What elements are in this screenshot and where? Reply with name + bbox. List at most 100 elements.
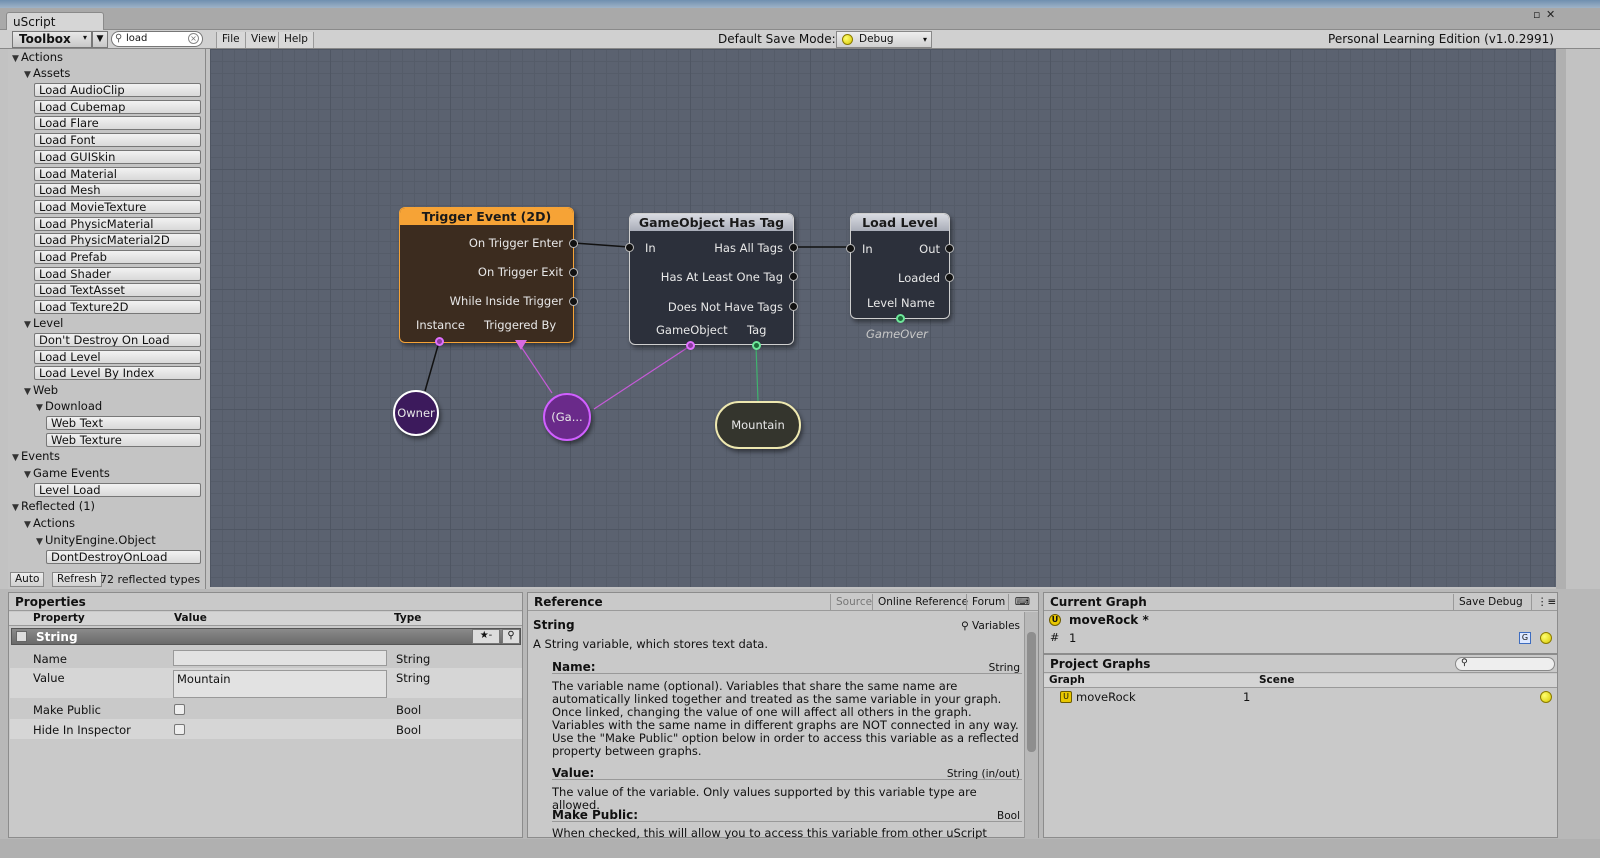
refresh-button[interactable]: Refresh bbox=[52, 572, 102, 587]
gameobject-variable[interactable]: (Ga... bbox=[543, 393, 591, 441]
output-port[interactable] bbox=[569, 297, 578, 306]
value-field[interactable]: Mountain bbox=[173, 670, 387, 698]
menu-help[interactable]: Help bbox=[278, 32, 314, 48]
reference-scrollbar[interactable] bbox=[1024, 612, 1038, 838]
toolbox-item[interactable]: Load Cubemap bbox=[34, 99, 201, 114]
save-debug-button[interactable]: Save Debug bbox=[1453, 594, 1528, 610]
input-port[interactable] bbox=[846, 244, 855, 253]
chevron-down-icon: ▾ bbox=[82, 33, 87, 42]
tree-level[interactable]: ▼ Level bbox=[24, 316, 63, 330]
tree-game-events[interactable]: ▼ Game Events bbox=[24, 466, 110, 480]
instance-port[interactable] bbox=[435, 337, 444, 346]
output-port[interactable] bbox=[569, 268, 578, 277]
toolbox-item[interactable]: Don't Destroy On Load bbox=[34, 333, 201, 347]
project-header-row: Graph Scene bbox=[1044, 674, 1557, 688]
document-icon[interactable]: G bbox=[1519, 632, 1531, 644]
auto-button[interactable]: Auto bbox=[10, 572, 45, 587]
output-port[interactable] bbox=[945, 273, 954, 282]
toolbox-item[interactable]: Load Level By Index bbox=[34, 366, 201, 381]
toolbox-item[interactable]: Load MovieTexture bbox=[34, 199, 201, 214]
debug-status-icon bbox=[842, 34, 853, 45]
toolbox-item[interactable]: Load Shader bbox=[34, 266, 201, 281]
source-button[interactable]: Source bbox=[830, 594, 877, 610]
toolbox-item[interactable]: Load Mesh bbox=[34, 183, 201, 198]
name-field[interactable] bbox=[173, 650, 387, 666]
tag-port[interactable] bbox=[752, 341, 761, 350]
keyboard-icon[interactable]: ⌨ bbox=[1008, 594, 1036, 610]
output-port[interactable] bbox=[789, 272, 798, 281]
wire-owner-instance bbox=[424, 341, 440, 392]
uscript-tab[interactable]: uScript bbox=[6, 12, 104, 31]
toolbox-item[interactable]: Load Level bbox=[34, 349, 201, 364]
prop-name-label: Name bbox=[33, 652, 67, 666]
owner-variable[interactable]: Owner bbox=[393, 390, 439, 436]
tree-reflected-actions[interactable]: ▼ Actions bbox=[24, 516, 75, 530]
toolbox-item[interactable]: Load PhysicMaterial2D bbox=[34, 233, 201, 248]
tree-actions[interactable]: ▼ Actions bbox=[12, 50, 63, 64]
menu-file[interactable]: File bbox=[216, 32, 246, 48]
expand-triangle-icon: ▼ bbox=[12, 453, 19, 463]
trigger-event-node[interactable]: Trigger Event (2D) On Trigger Enter On T… bbox=[399, 207, 578, 350]
tree-web[interactable]: ▼ Web bbox=[24, 383, 58, 397]
toolbox-item[interactable]: DontDestroyOnLoad bbox=[46, 550, 201, 564]
tree-events[interactable]: ▼ Events bbox=[12, 449, 60, 463]
toolbox-item[interactable]: Load Texture2D bbox=[34, 300, 201, 315]
output-port[interactable] bbox=[789, 302, 798, 311]
toolbox-dropdown[interactable]: Toolbox ▾ bbox=[12, 31, 92, 48]
gameobject-port[interactable] bbox=[686, 341, 695, 350]
ref-section-public-body: When checked, this will allow you to acc… bbox=[552, 827, 987, 839]
toolbox-item[interactable]: Web Texture bbox=[46, 432, 201, 447]
toolbox-item[interactable]: Level Load bbox=[34, 483, 201, 497]
tree-label: Actions bbox=[33, 516, 76, 530]
expand-triangle-icon: ▼ bbox=[24, 520, 31, 530]
graph-canvas[interactable]: Trigger Event (2D) On Trigger Enter On T… bbox=[210, 49, 1556, 587]
toolbox-item[interactable]: Load Font bbox=[34, 133, 201, 148]
toolbox-item[interactable]: Load TextAsset bbox=[34, 283, 201, 298]
reference-category[interactable]: ⚲ Variables bbox=[961, 620, 1020, 632]
toolbox-menu-button[interactable]: ▼ bbox=[92, 31, 108, 48]
toolbox-item[interactable]: Load PhysicMaterial bbox=[34, 216, 201, 231]
section-checkbox[interactable] bbox=[16, 631, 27, 642]
tree-label: Events bbox=[21, 449, 60, 463]
toolbox-item[interactable]: Web Text bbox=[46, 416, 201, 430]
search-icon[interactable]: ⚲ bbox=[502, 629, 520, 644]
save-mode-select[interactable]: Debug ▾ bbox=[836, 31, 932, 48]
ref-section-name-body: The variable name (optional). Variables … bbox=[552, 679, 1019, 758]
output-port[interactable] bbox=[569, 239, 578, 248]
canvas-scrollbar[interactable] bbox=[1556, 49, 1566, 589]
tree-assets[interactable]: ▼ Assets bbox=[24, 66, 70, 80]
port-label: Has At Least One Tag bbox=[660, 270, 783, 284]
star-icon[interactable]: ★- bbox=[472, 629, 500, 644]
input-port[interactable] bbox=[625, 243, 634, 252]
tree-reflected[interactable]: ▼ Reflected (1) bbox=[12, 499, 95, 513]
toolbox-item[interactable]: Load GUISkin bbox=[34, 149, 201, 164]
toolbox-item[interactable]: Load AudioClip bbox=[34, 83, 201, 97]
toolbox-item[interactable]: Load Material bbox=[34, 166, 201, 181]
gameobject-has-tag-node[interactable]: GameObject Has Tag In Has All Tags Has A… bbox=[625, 213, 798, 350]
close-icon[interactable]: ✕ bbox=[1546, 8, 1555, 21]
menu-icon[interactable]: ⋮≡ bbox=[1531, 594, 1561, 610]
make-public-checkbox[interactable] bbox=[174, 704, 185, 715]
tree-download[interactable]: ▼ Download bbox=[36, 399, 102, 413]
output-port[interactable] bbox=[789, 243, 798, 252]
table-row[interactable]: U moveRock 1 bbox=[1044, 689, 1557, 705]
string-section-header[interactable]: String ★- ⚲ bbox=[11, 628, 521, 645]
scroll-thumb[interactable] bbox=[1027, 632, 1036, 752]
online-reference-button[interactable]: Online Reference bbox=[872, 594, 973, 610]
clear-search-icon[interactable]: × bbox=[188, 33, 199, 44]
mountain-string-variable[interactable]: Mountain bbox=[715, 401, 801, 449]
toolbox-item[interactable]: Load Flare bbox=[34, 116, 201, 131]
menu-view[interactable]: View bbox=[245, 32, 282, 48]
toolbox-item[interactable]: Load Prefab bbox=[34, 250, 201, 264]
search-input[interactable]: ⚲ load × bbox=[111, 31, 203, 47]
uscript-window: uScript ▫ ✕ Toolbox ▾ ▼ ⚲ load × File View … bbox=[0, 0, 1600, 858]
load-level-node[interactable]: Load Level In Out Loaded Level Name bbox=[846, 213, 954, 323]
triggered-by-port[interactable] bbox=[515, 340, 527, 350]
level-name-port[interactable] bbox=[896, 314, 905, 323]
project-search-input[interactable]: ⚲ bbox=[1455, 657, 1555, 671]
forum-button[interactable]: Forum bbox=[966, 594, 1010, 610]
maximize-icon[interactable]: ▫ bbox=[1533, 8, 1540, 21]
tree-unity-object[interactable]: ▼ UnityEngine.Object bbox=[36, 533, 156, 547]
hide-in-inspector-checkbox[interactable] bbox=[174, 724, 185, 735]
output-port[interactable] bbox=[945, 244, 954, 253]
